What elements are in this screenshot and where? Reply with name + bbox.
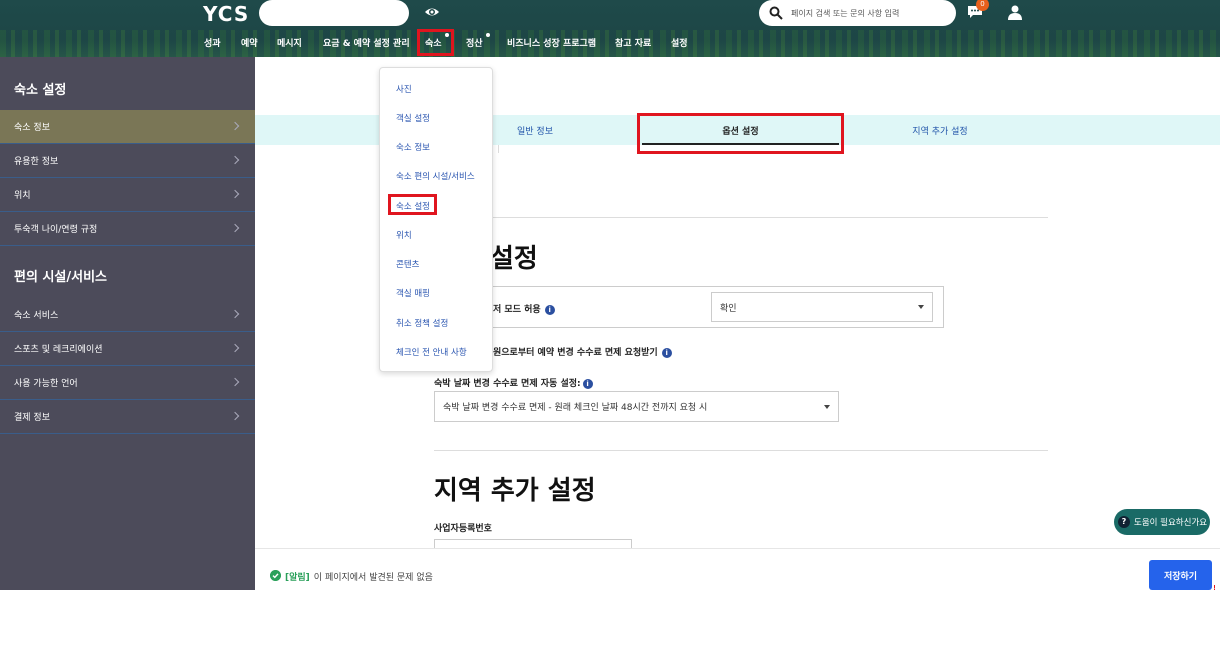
info-icon[interactable]: i	[544, 304, 555, 315]
menu-item-property-info[interactable]: 숙소 정보	[396, 141, 430, 153]
search-placeholder: 페이지 검색 또는 문의 사항 입력	[791, 8, 900, 18]
sidebar-item-property-info[interactable]: 숙소 정보	[0, 110, 255, 144]
menu-item-content[interactable]: 콘텐츠	[396, 258, 419, 270]
section-divider	[434, 450, 1048, 451]
sidebar-item-label: 숙소 서비스	[14, 311, 59, 321]
option-settings-title: 설정	[490, 244, 538, 274]
footer-alert: [알림] 이 페이지에서 발견된 문제 없음	[285, 570, 433, 583]
alert-tag: [알림]	[285, 573, 310, 583]
highlight-tab-option	[637, 113, 844, 154]
menu-item-facilities[interactable]: 숙소 편의 시설/서비스	[396, 170, 475, 182]
save-button[interactable]: 저장하기	[1149, 560, 1212, 590]
tab-separator	[498, 145, 499, 153]
property-selector[interactable]	[259, 0, 409, 26]
mode-allow-label: 저 모드 허용 i	[493, 302, 555, 315]
highlight-menu-property-settings	[388, 194, 437, 215]
help-label: 도움이 필요하신가요	[1134, 518, 1208, 528]
menu-item-cancel-policy[interactable]: 취소 정책 설정	[396, 317, 448, 329]
tab-region-settings[interactable]: 지역 추가 설정	[875, 115, 1005, 145]
info-icon[interactable]: i	[661, 347, 672, 358]
waiver-request-label: 원으로부터 예약 변경 수수료 면제 요청받기 i	[493, 345, 672, 358]
sidebar-heading-facilities: 편의 시설/서비스	[14, 270, 107, 285]
chevron-right-icon	[230, 377, 240, 387]
help-button[interactable]: ? 도움이 필요하신가요	[1114, 509, 1210, 535]
footer-bar: [알림] 이 페이지에서 발견된 문제 없음 저장하기	[255, 548, 1220, 590]
sidebar-item-useful-info[interactable]: 유용한 정보	[0, 144, 255, 178]
check-circle-icon	[270, 570, 281, 581]
app-window: YCS 페이지 검색 또는 문의 사항 입력 0 성과 예약 메시지 요금 & …	[0, 0, 1220, 590]
sidebar-item-payment[interactable]: 결제 정보	[0, 400, 255, 434]
sidebar-item-label: 스포츠 및 레크리에이션	[14, 345, 103, 355]
chevron-right-icon	[230, 343, 240, 353]
search-icon	[769, 6, 783, 20]
sidebar-item-label: 숙소 정보	[14, 123, 50, 133]
user-icon[interactable]	[1008, 5, 1022, 20]
nav-settings[interactable]: 설정	[671, 36, 688, 49]
chevron-right-icon	[230, 121, 240, 131]
sidebar-item-label: 투숙객 나이/연령 규정	[14, 225, 98, 235]
biz-reg-label: 사업자등록번호	[434, 524, 492, 534]
sidebar-item-age-policy[interactable]: 투숙객 나이/연령 규정	[0, 212, 255, 246]
notification-badge: 0	[976, 0, 989, 11]
sidebar-item-sports[interactable]: 스포츠 및 레크리에이션	[0, 332, 255, 366]
nav-performance[interactable]: 성과	[204, 36, 221, 49]
sidebar-item-label: 위치	[14, 191, 31, 201]
sidebar-item-label: 결제 정보	[14, 413, 50, 423]
header-forest-decoration	[0, 30, 1220, 57]
chevron-right-icon	[230, 411, 240, 421]
chevron-right-icon	[230, 309, 240, 319]
auto-waiver-label: 숙박 날짜 변경 수수료 면제 자동 설정: i	[434, 376, 593, 389]
auto-waiver-select[interactable]: 숙박 날짜 변경 수수료 면제 - 원래 체크인 날짜 48시간 전까지 요청 …	[434, 391, 839, 422]
page-search-input[interactable]: 페이지 검색 또는 문의 사항 입력	[759, 0, 956, 26]
nav-finance-dot	[486, 33, 490, 37]
nav-rates[interactable]: 요금 & 예약 설정 관리	[323, 36, 410, 49]
alert-message: 이 페이지에서 발견된 문제 없음	[313, 573, 433, 583]
eye-icon[interactable]	[424, 4, 440, 20]
menu-item-photos[interactable]: 사진	[396, 83, 412, 95]
mode-allow-value: 확인	[720, 303, 737, 314]
section-divider	[434, 217, 1048, 218]
sidebar-item-location[interactable]: 위치	[0, 178, 255, 212]
nav-reservations[interactable]: 예약	[241, 36, 258, 49]
info-icon[interactable]: i	[582, 378, 593, 389]
auto-waiver-text: 숙박 날짜 변경 수수료 면제 자동 설정:	[434, 379, 581, 389]
nav-messages[interactable]: 메시지	[277, 36, 302, 49]
caret-down-icon	[824, 404, 830, 409]
waiver-request-text: 원으로부터 예약 변경 수수료 면제 요청받기	[493, 348, 658, 358]
mode-allow-select[interactable]: 확인	[711, 292, 933, 322]
nav-growth[interactable]: 비즈니스 성장 프로그램	[507, 36, 596, 49]
region-settings-title: 지역 추가 설정	[434, 476, 596, 506]
menu-item-location[interactable]: 위치	[396, 229, 412, 241]
menu-item-room-mapping[interactable]: 객실 매핑	[396, 287, 430, 299]
chevron-right-icon	[230, 155, 240, 165]
sidebar-item-languages[interactable]: 사용 가능한 언어	[0, 366, 255, 400]
chevron-right-icon	[230, 189, 240, 199]
caret-down-icon	[918, 305, 924, 309]
nav-finance[interactable]: 정산	[466, 36, 483, 49]
sidebar-heading-property: 숙소 설정	[14, 83, 67, 98]
mode-allow-text: 저 모드 허용	[493, 305, 541, 315]
nav-resources[interactable]: 참고 자료	[615, 36, 651, 49]
question-icon: ?	[1118, 516, 1130, 528]
ycs-logo[interactable]: YCS	[203, 2, 249, 26]
sidebar-item-label: 사용 가능한 언어	[14, 379, 78, 389]
auto-waiver-value: 숙박 날짜 변경 수수료 면제 - 원래 체크인 날짜 48시간 전까지 요청 …	[443, 403, 708, 413]
sidebar-item-property-services[interactable]: 숙소 서비스	[0, 298, 255, 332]
property-dropdown-menu: 사진 객실 설정 숙소 정보 숙소 편의 시설/서비스 숙소 설정 위치 콘텐츠…	[379, 67, 493, 372]
sidebar-item-label: 유용한 정보	[14, 157, 59, 167]
highlight-nav-property	[417, 29, 454, 56]
menu-item-precheckin[interactable]: 체크인 전 안내 사항	[396, 346, 467, 358]
menu-item-room-settings[interactable]: 객실 설정	[396, 112, 430, 124]
top-header: YCS 페이지 검색 또는 문의 사항 입력 0 성과 예약 메시지 요금 & …	[0, 0, 1220, 57]
chevron-right-icon	[230, 223, 240, 233]
annotation-dash	[1214, 585, 1218, 590]
sidebar: 숙소 설정 숙소 정보 유용한 정보 위치 투숙객 나이/연령 규정 편의 시설…	[0, 57, 255, 590]
